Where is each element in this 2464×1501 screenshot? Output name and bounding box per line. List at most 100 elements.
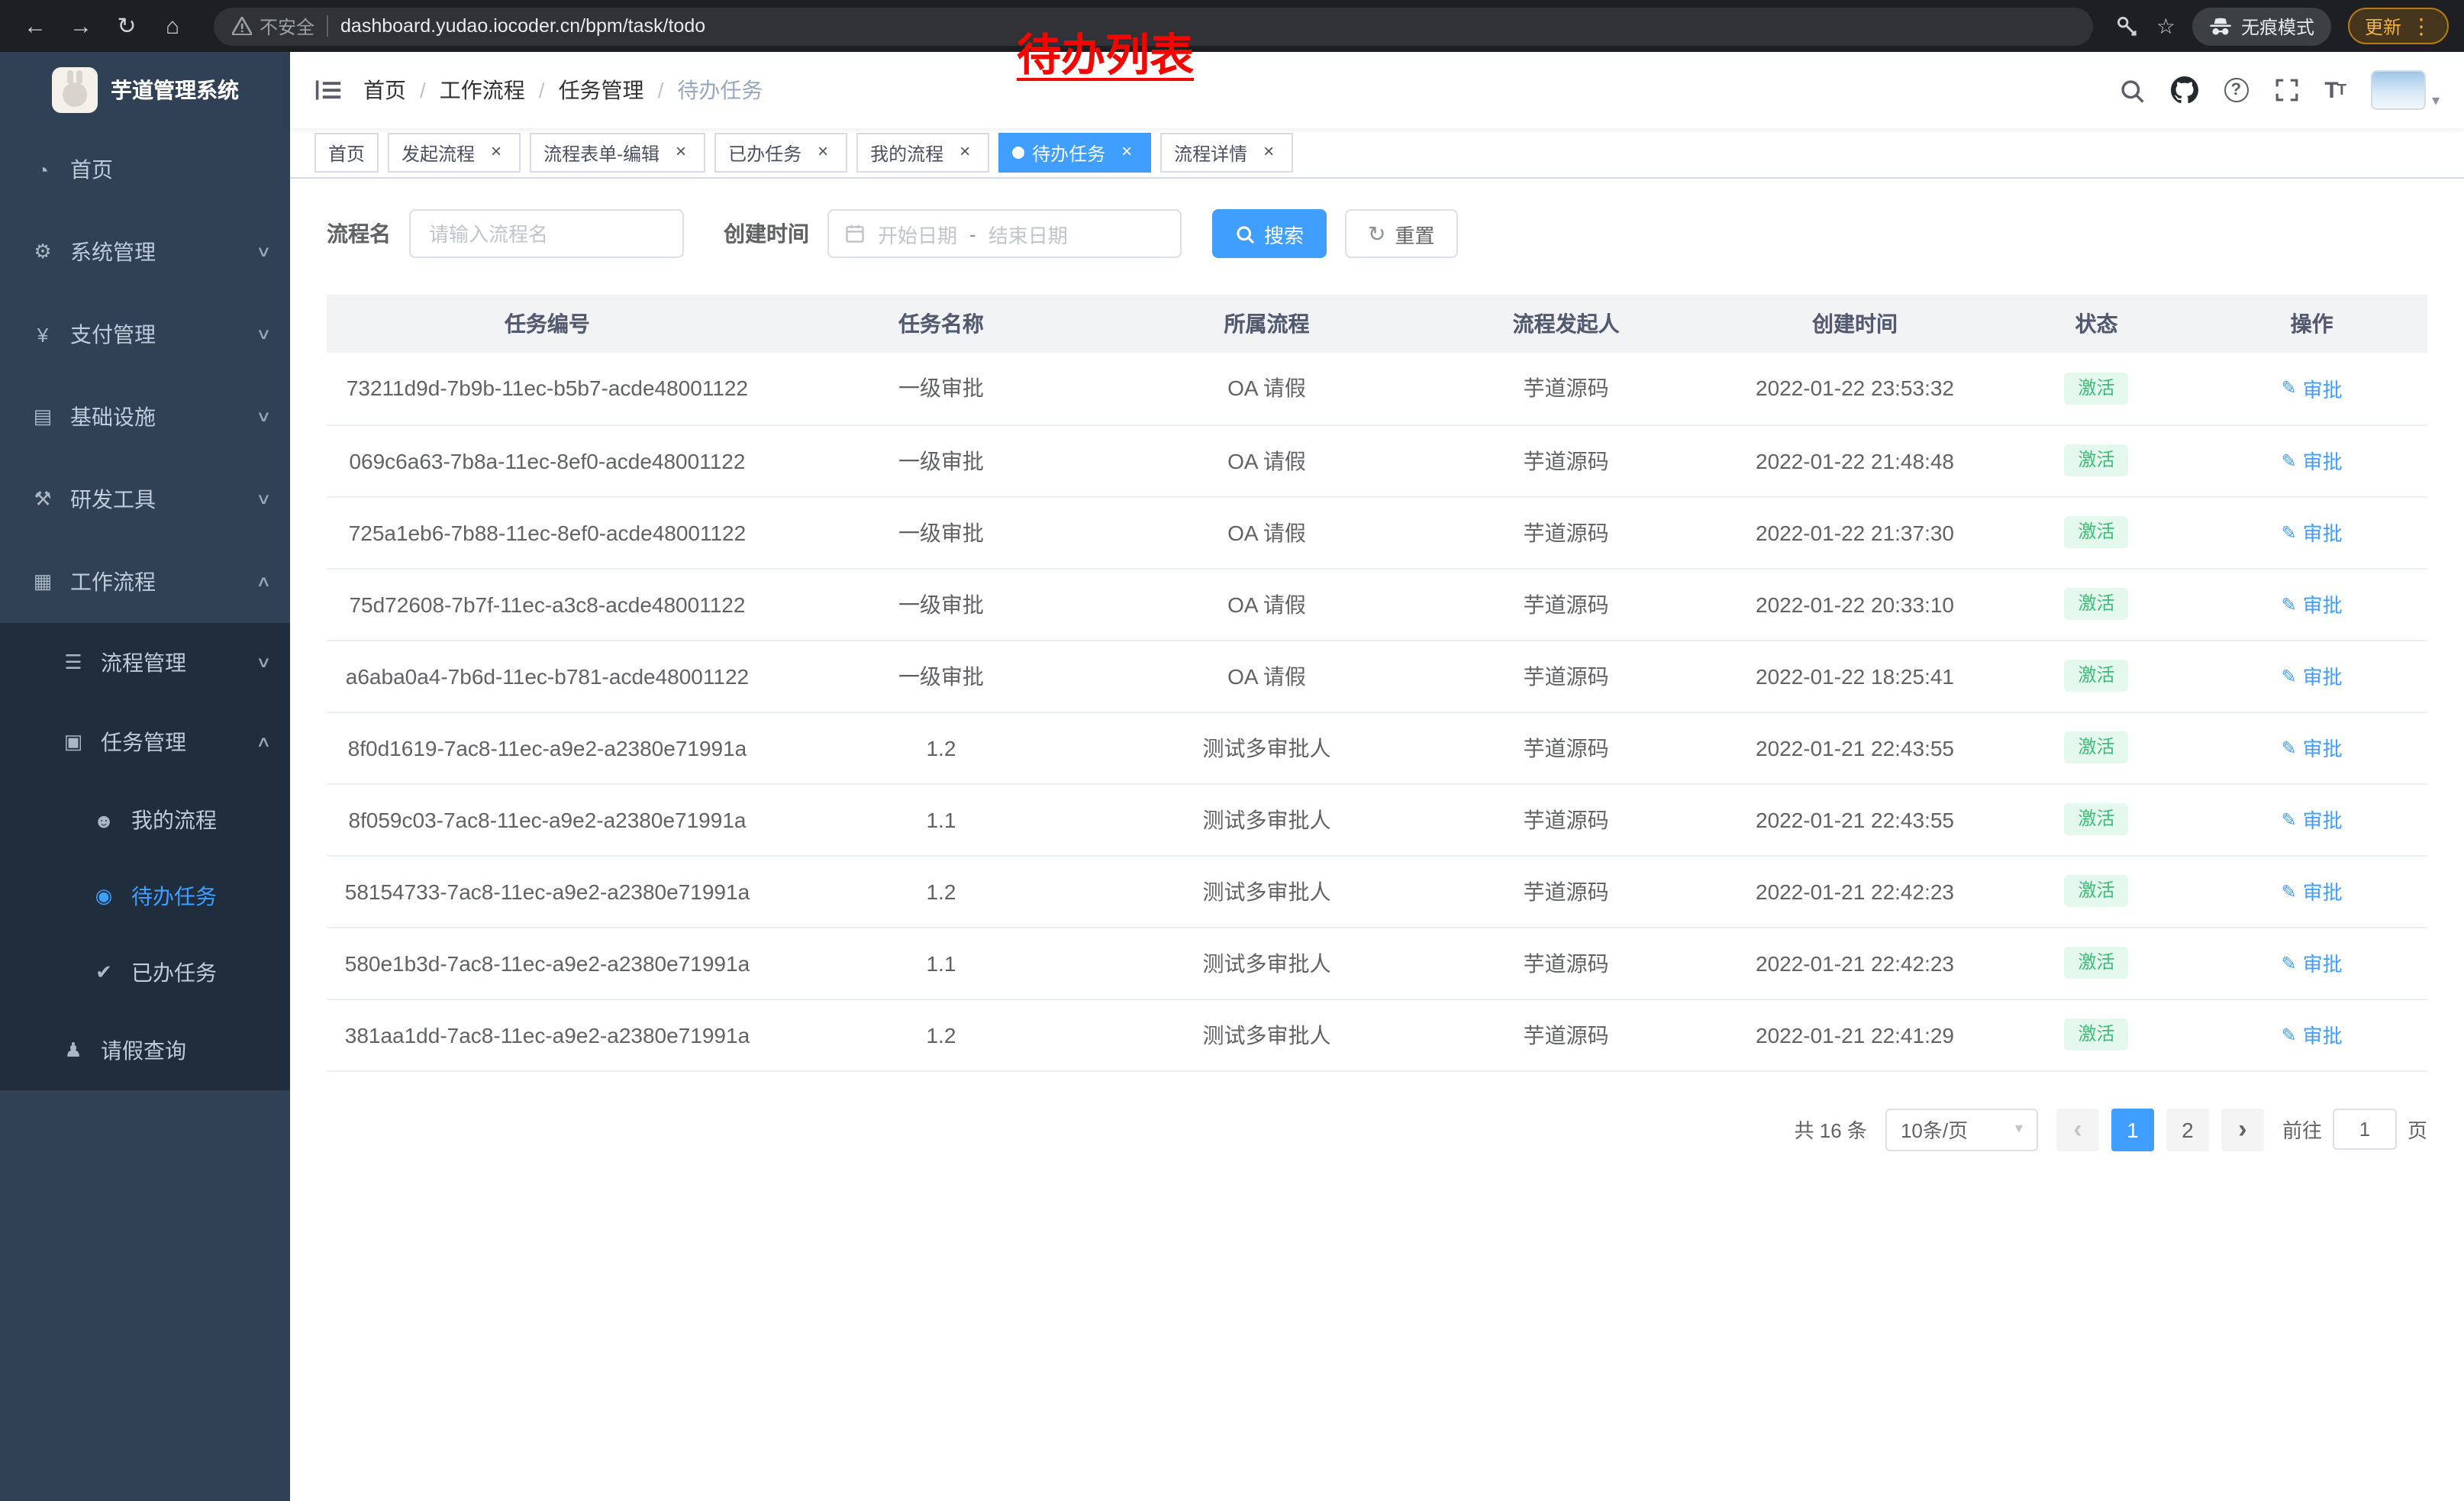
tab-1[interactable]: 发起流程× bbox=[388, 133, 521, 173]
breadcrumb-item-2[interactable]: 任务管理 bbox=[559, 75, 644, 105]
table-row: 580e1b3d-7ac8-11ec-a9e2-a2380e71991a1.1测… bbox=[327, 927, 2427, 999]
breadcrumb-item-0[interactable]: 首页 bbox=[363, 75, 406, 105]
cell-task-name: 1.2 bbox=[768, 712, 1114, 783]
tab-4[interactable]: 我的流程× bbox=[856, 133, 989, 173]
incognito-badge: 无痕模式 bbox=[2192, 7, 2331, 45]
close-icon[interactable]: × bbox=[1116, 142, 1137, 163]
sidebar-collapse-icon[interactable] bbox=[314, 76, 342, 104]
sidebar-item-home[interactable]: ◔首页 bbox=[0, 128, 290, 211]
cell-initiator: 芋道源码 bbox=[1419, 712, 1713, 783]
tab-6[interactable]: 流程详情× bbox=[1160, 133, 1293, 173]
chevron-down-icon: ∨ bbox=[255, 408, 271, 425]
edit-icon: ✎ bbox=[2282, 593, 2297, 615]
sidebar-item-my-process[interactable]: ☻我的流程 bbox=[0, 782, 290, 858]
list-icon: ☰ bbox=[61, 650, 85, 675]
sidebar-item-done-task[interactable]: ✔已办任务 bbox=[0, 934, 290, 1011]
app-logo bbox=[51, 67, 97, 113]
approve-link[interactable]: ✎审批 bbox=[2282, 374, 2343, 403]
fullscreen-icon[interactable] bbox=[2274, 78, 2298, 102]
tab-0[interactable]: 首页 bbox=[314, 133, 379, 173]
cell-task-id: 381aa1dd-7ac8-11ec-a9e2-a2380e71991a bbox=[327, 999, 768, 1070]
approve-link[interactable]: ✎审批 bbox=[2282, 661, 2343, 690]
table-row: 75d72608-7b7f-11ec-a3c8-acde48001122一级审批… bbox=[327, 568, 2427, 640]
cell-create-time: 2022-01-21 22:42:23 bbox=[1713, 927, 1997, 999]
cell-task-id: 58154733-7ac8-11ec-a9e2-a2380e71991a bbox=[327, 855, 768, 927]
approve-link[interactable]: ✎审批 bbox=[2282, 876, 2343, 905]
cell-process: OA 请假 bbox=[1114, 496, 1419, 568]
process-name-input[interactable] bbox=[409, 209, 684, 258]
cell-initiator: 芋道源码 bbox=[1419, 640, 1713, 712]
approve-link[interactable]: ✎审批 bbox=[2282, 805, 2343, 834]
cell-task-id: a6aba0a4-7b6d-11ec-b781-acde48001122 bbox=[327, 640, 768, 712]
cell-task-name: 1.1 bbox=[768, 927, 1114, 999]
browser-home-button[interactable]: ⌂ bbox=[153, 6, 192, 46]
table-row: 8f0d1619-7ac8-11ec-a9e2-a2380e71991a1.2测… bbox=[327, 712, 2427, 783]
breadcrumb-item-1[interactable]: 工作流程 bbox=[440, 75, 525, 105]
cell-create-time: 2022-01-21 22:41:29 bbox=[1713, 999, 1997, 1070]
workflow-icon: ▦ bbox=[31, 570, 55, 594]
search-icon[interactable] bbox=[2118, 77, 2144, 103]
tab-3[interactable]: 已办任务× bbox=[714, 133, 847, 173]
process-name-label: 流程名 bbox=[327, 218, 391, 249]
reset-button[interactable]: ↻ 重置 bbox=[1345, 209, 1458, 258]
cell-task-name: 一级审批 bbox=[768, 496, 1114, 568]
help-icon[interactable]: ? bbox=[2224, 78, 2248, 102]
browser-back-button[interactable]: ← bbox=[15, 6, 55, 46]
goto-label: 前往 bbox=[2282, 1115, 2322, 1144]
cell-process: OA 请假 bbox=[1114, 568, 1419, 640]
browser-reload-button[interactable]: ↻ bbox=[107, 6, 147, 46]
password-key-icon[interactable] bbox=[2115, 14, 2140, 38]
close-icon[interactable]: × bbox=[954, 142, 976, 163]
sidebar-item-infrastructure[interactable]: ▤基础设施∨ bbox=[0, 376, 290, 458]
close-icon[interactable]: × bbox=[485, 142, 507, 163]
approve-link[interactable]: ✎审批 bbox=[2282, 446, 2343, 475]
cell-create-time: 2022-01-21 22:42:23 bbox=[1713, 855, 1997, 927]
close-icon[interactable]: × bbox=[1258, 142, 1279, 163]
cell-process: OA 请假 bbox=[1114, 640, 1419, 712]
approve-link[interactable]: ✎审批 bbox=[2282, 948, 2343, 977]
next-page-button[interactable]: › bbox=[2221, 1108, 2264, 1151]
github-icon[interactable] bbox=[2170, 76, 2198, 104]
close-icon[interactable]: × bbox=[812, 142, 834, 163]
page-button-1[interactable]: 1 bbox=[2111, 1108, 2154, 1151]
date-range-picker[interactable]: 开始日期 - 结束日期 bbox=[827, 209, 1182, 258]
edit-icon: ✎ bbox=[2282, 809, 2297, 830]
bookmark-star-icon[interactable]: ☆ bbox=[2156, 13, 2175, 39]
approve-link[interactable]: ✎审批 bbox=[2282, 589, 2343, 618]
approve-link[interactable]: ✎审批 bbox=[2282, 518, 2343, 547]
status-badge: 激活 bbox=[2064, 875, 2128, 907]
search-button[interactable]: 搜索 bbox=[1212, 209, 1327, 258]
column-header: 任务名称 bbox=[768, 295, 1114, 353]
page-button-2[interactable]: 2 bbox=[2166, 1108, 2209, 1151]
approve-link[interactable]: ✎审批 bbox=[2282, 1020, 2343, 1049]
browser-forward-button[interactable]: → bbox=[61, 6, 101, 46]
approve-link[interactable]: ✎审批 bbox=[2282, 733, 2343, 762]
app-logo-row[interactable]: 芋道管理系统 bbox=[0, 52, 290, 128]
sidebar-item-task-mgmt[interactable]: ▣任务管理∧ bbox=[0, 702, 290, 782]
goto-page-input[interactable] bbox=[2333, 1109, 2397, 1150]
close-icon[interactable]: × bbox=[670, 142, 692, 163]
chrome-update-button[interactable]: 更新 ⋮ bbox=[2348, 8, 2449, 44]
user-avatar-menu[interactable]: ▾ bbox=[2371, 70, 2440, 110]
sidebar-item-devtools[interactable]: ⚒研发工具∨ bbox=[0, 458, 290, 541]
table-row: 725a1eb6-7b88-11ec-8ef0-acde48001122一级审批… bbox=[327, 496, 2427, 568]
sidebar-item-workflow[interactable]: ▦工作流程∧ bbox=[0, 541, 290, 623]
sidebar-item-payment[interactable]: ¥支付管理∨ bbox=[0, 293, 290, 376]
cell-task-name: 一级审批 bbox=[768, 353, 1114, 424]
sidebar-item-process-mgmt[interactable]: ☰流程管理∨ bbox=[0, 623, 290, 702]
tab-2[interactable]: 流程表单-编辑× bbox=[530, 133, 705, 173]
status-badge: 激活 bbox=[2064, 444, 2128, 476]
prev-page-button[interactable]: ‹ bbox=[2056, 1108, 2099, 1151]
navbar: 首页/工作流程/任务管理/待办任务 ? TT bbox=[290, 52, 2464, 128]
column-header: 所属流程 bbox=[1114, 295, 1419, 353]
cell-initiator: 芋道源码 bbox=[1419, 496, 1713, 568]
sidebar-item-leave-query[interactable]: ♟请假查询 bbox=[0, 1011, 290, 1090]
annotation-overlay: 待办列表 bbox=[1017, 20, 1194, 84]
font-size-icon[interactable]: TT bbox=[2324, 77, 2345, 103]
tab-5[interactable]: 待办任务× bbox=[998, 133, 1151, 173]
sidebar-item-todo-task[interactable]: ◉待办任务 bbox=[0, 858, 290, 934]
page-size-select[interactable]: 10条/页 ▾ bbox=[1885, 1108, 2038, 1151]
cell-task-id: 069c6a63-7b8a-11ec-8ef0-acde48001122 bbox=[327, 424, 768, 496]
sidebar-item-system[interactable]: ⚙系统管理∨ bbox=[0, 211, 290, 293]
browser-menu-icon[interactable]: ⋮ bbox=[2411, 13, 2432, 39]
